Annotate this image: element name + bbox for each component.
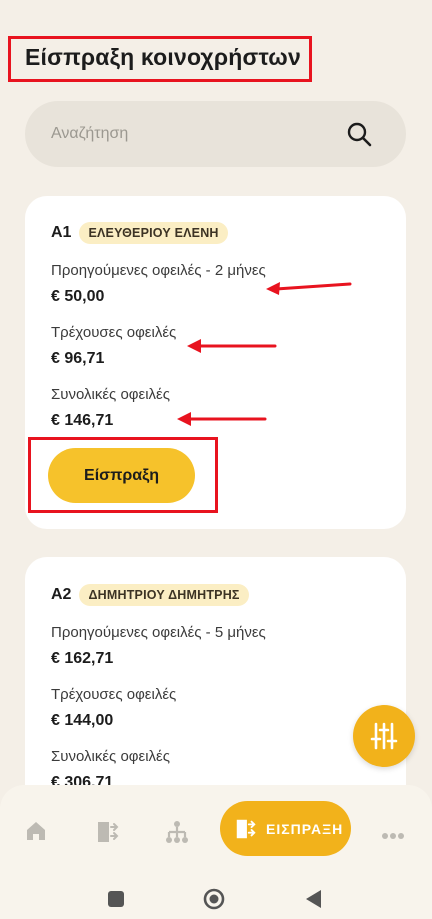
system-navigation-bar: [0, 860, 432, 919]
total-debts-label: Συνολικές οφειλές: [51, 386, 170, 403]
owner-badge: ΕΛΕΥΘΕΡΙΟΥ ΕΛΕΝΗ: [79, 222, 228, 244]
owner-badge: ΔΗΜΗΤΡΙΟΥ ΔΗΜΗΤΡΗΣ: [79, 584, 249, 606]
previous-debts-amount: € 162,71: [51, 650, 114, 667]
annotation-arrow-current: [187, 339, 277, 353]
apartment-code: A1: [51, 224, 72, 241]
apartment-code: A2: [51, 586, 72, 603]
door-exit-icon: [236, 819, 256, 838]
current-debts-label: Τρέχουσες οφειλές: [51, 324, 177, 341]
filter-fab-button[interactable]: [353, 705, 415, 767]
button-annotation-box: [28, 437, 218, 513]
home-icon[interactable]: [24, 819, 48, 848]
previous-debts-label: Προηγούμενες οφειλές - 5 μήνες: [51, 624, 266, 641]
search-bar[interactable]: Αναζήτηση: [25, 101, 406, 167]
current-debts-label: Τρέχουσες οφειλές: [51, 686, 177, 703]
previous-debts-amount: € 50,00: [51, 288, 105, 305]
home-button-icon[interactable]: [203, 888, 225, 915]
door-exit-icon[interactable]: [95, 819, 121, 850]
total-debts-label: Συνολικές οφειλές: [51, 748, 170, 765]
filter-sliders-icon: [370, 722, 398, 750]
previous-debts-label: Προηγούμενες οφειλές - 2 μήνες: [51, 262, 266, 279]
recents-icon[interactable]: [107, 890, 125, 913]
current-debts-amount: € 144,00: [51, 712, 114, 729]
search-icon[interactable]: [346, 121, 372, 152]
annotation-arrow-previous: [266, 282, 352, 295]
page-title: Είσπραξη κοινοχρήστων: [25, 44, 301, 70]
annotation-arrow-total: [177, 412, 267, 426]
nav-collect-tab[interactable]: ΕΙΣΠΡΑΞΗ: [220, 801, 351, 856]
hierarchy-icon[interactable]: [164, 819, 190, 850]
total-debts-amount: € 146,71: [51, 412, 114, 429]
nav-collect-label: ΕΙΣΠΡΑΞΗ: [266, 820, 344, 837]
back-icon[interactable]: [304, 889, 322, 914]
more-icon[interactable]: [381, 827, 405, 845]
search-placeholder: Αναζήτηση: [51, 125, 129, 142]
current-debts-amount: € 96,71: [51, 350, 105, 367]
